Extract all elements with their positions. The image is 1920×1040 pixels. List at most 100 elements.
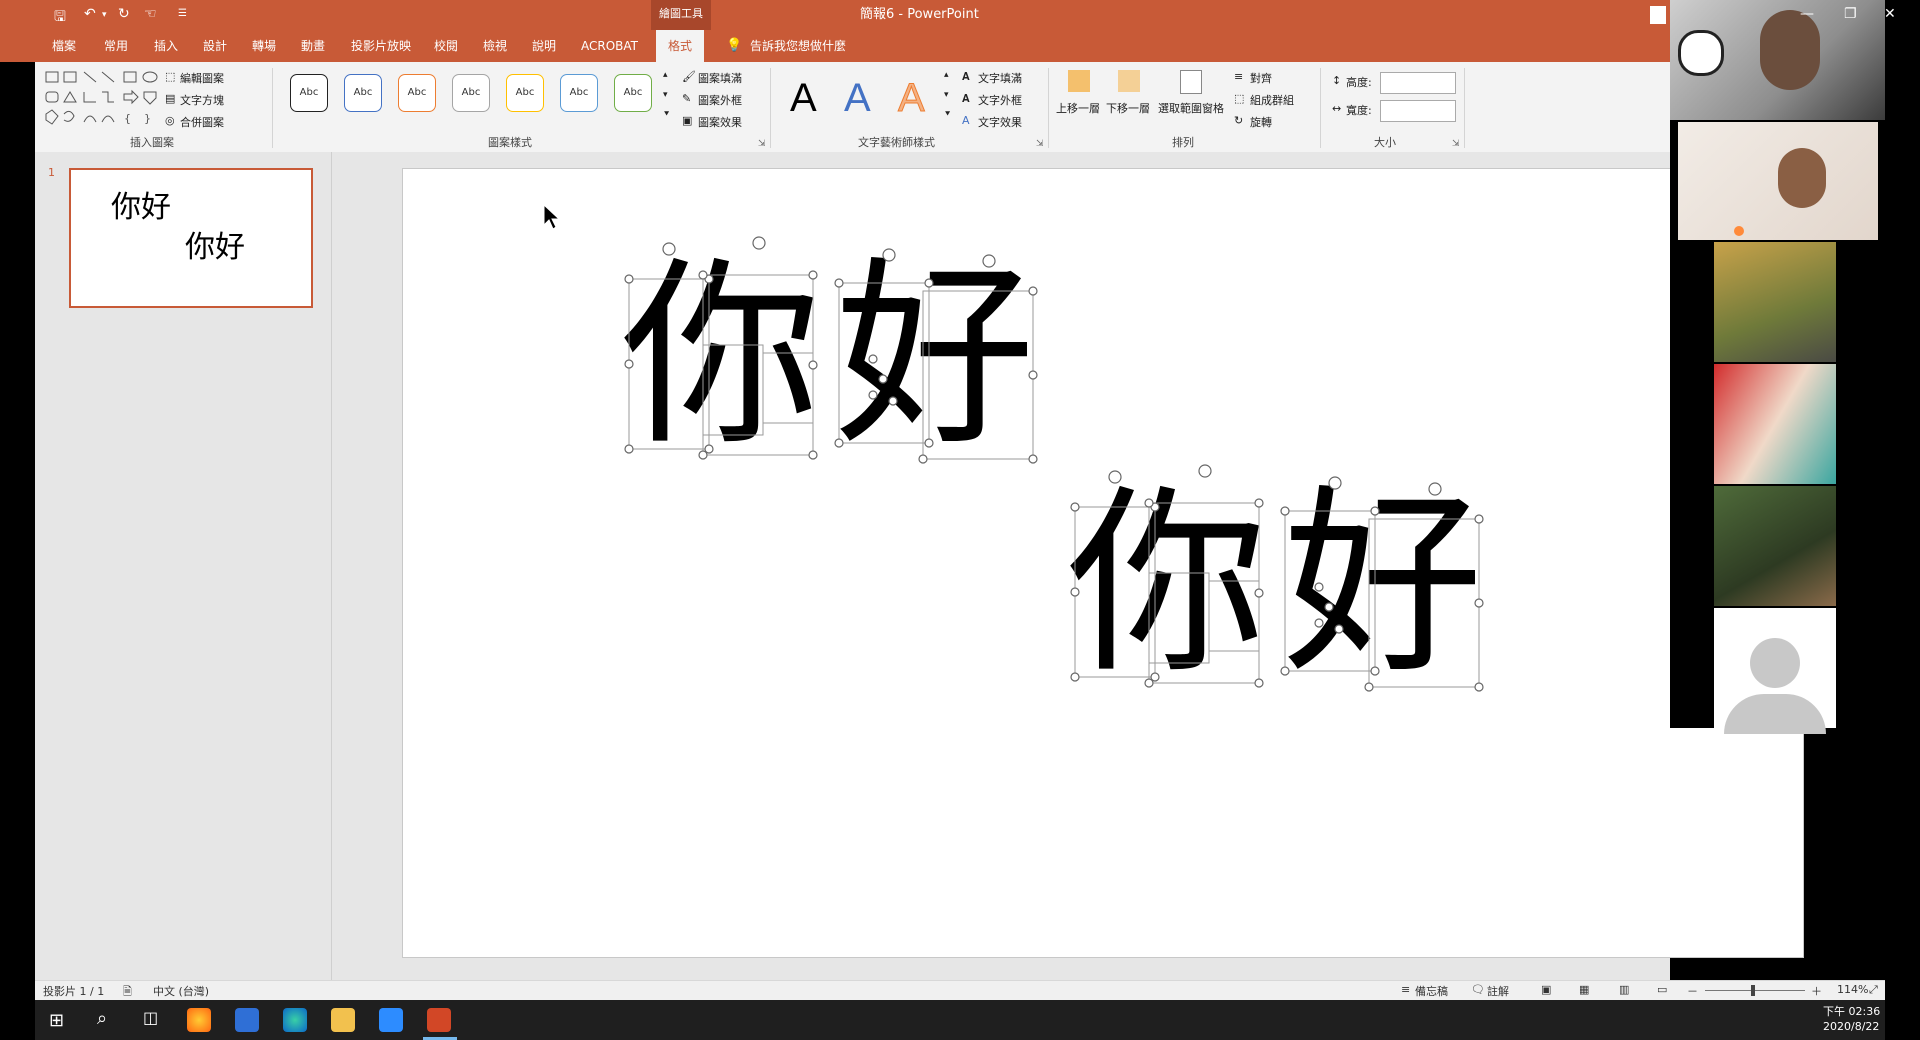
width-input[interactable] bbox=[1380, 100, 1456, 122]
tab-animations[interactable]: 動畫 bbox=[301, 30, 325, 62]
slideshow-view-icon[interactable]: ▭ bbox=[1657, 983, 1667, 996]
title-bar: 🖫 ↶ ▾ ↻ ☜ ☰ 繪圖工具 簡報6 - PowerPoint bbox=[0, 0, 1670, 30]
tab-help[interactable]: 說明 bbox=[532, 30, 556, 62]
text-box-icon: ▤ bbox=[165, 92, 176, 105]
wordart-scroll-down-icon[interactable]: ▾ bbox=[944, 90, 949, 100]
language-indicator[interactable]: 中文 (台灣) bbox=[153, 983, 209, 999]
group-button[interactable]: 組成群組 bbox=[1250, 92, 1294, 108]
dialog-launcher-icon[interactable]: ⇲ bbox=[1452, 139, 1460, 149]
edit-shape-button[interactable]: 編輯圖案 bbox=[180, 70, 224, 86]
account-box[interactable] bbox=[1650, 6, 1666, 24]
zoom-participant-strip bbox=[1670, 0, 1885, 734]
participant-video-3[interactable] bbox=[1714, 242, 1836, 362]
gallery-scroll-up-icon[interactable]: ▴ bbox=[663, 70, 668, 80]
tab-file[interactable]: 檔案 bbox=[52, 30, 76, 62]
edge-icon[interactable] bbox=[283, 1008, 307, 1032]
customize-arrow-icon[interactable]: ☰ bbox=[178, 8, 187, 19]
tab-home[interactable]: 常用 bbox=[104, 30, 128, 62]
wordart-orange[interactable]: A bbox=[898, 76, 926, 121]
participant-video-2[interactable] bbox=[1678, 122, 1878, 240]
height-input[interactable] bbox=[1380, 72, 1456, 94]
shape-style-lightblue[interactable]: Abc bbox=[560, 74, 598, 112]
shape-style-gold[interactable]: Abc bbox=[506, 74, 544, 112]
tell-me-search[interactable]: 告訴我您想做什麼 bbox=[750, 30, 846, 62]
tab-format[interactable]: 格式 bbox=[656, 30, 705, 62]
minimize-icon[interactable]: — bbox=[1800, 6, 1814, 22]
powerpoint-icon[interactable] bbox=[427, 1008, 451, 1032]
close-icon[interactable]: ✕ bbox=[1884, 6, 1896, 22]
comments-button[interactable]: 註解 bbox=[1487, 983, 1509, 999]
shape-style-blue[interactable]: Abc bbox=[344, 74, 382, 112]
search-icon[interactable]: ⌕ bbox=[97, 1008, 107, 1029]
slide-thumbnail[interactable]: 你好 你好 bbox=[69, 168, 313, 308]
rotation-handles-1[interactable] bbox=[662, 236, 996, 268]
undo-dropdown-icon[interactable]: ▾ bbox=[102, 10, 107, 20]
shape-effects-button[interactable]: 圖案效果 bbox=[698, 114, 742, 130]
shape-style-gray[interactable]: Abc bbox=[452, 74, 490, 112]
zoom-out-button[interactable]: － bbox=[1687, 983, 1698, 999]
undo-icon[interactable]: ↶ bbox=[84, 6, 96, 22]
align-button[interactable]: 對齊 bbox=[1250, 70, 1272, 86]
rotation-handles-2[interactable] bbox=[1108, 464, 1442, 496]
zoom-slider-track[interactable] bbox=[1705, 990, 1805, 991]
participant-video-4[interactable] bbox=[1714, 364, 1836, 484]
dialog-launcher-icon[interactable]: ⇲ bbox=[758, 139, 766, 149]
gallery-scroll-down-icon[interactable]: ▾ bbox=[663, 90, 668, 100]
wordart-scroll-up-icon[interactable]: ▴ bbox=[944, 70, 949, 80]
shape-fill-button[interactable]: 圖案填滿 bbox=[698, 70, 742, 86]
notes-button[interactable]: 備忘稿 bbox=[1415, 983, 1448, 999]
shape-outline-button[interactable]: 圖案外框 bbox=[698, 92, 742, 108]
touch-mode-icon[interactable]: ☜ bbox=[144, 6, 157, 22]
shape-style-orange[interactable]: Abc bbox=[398, 74, 436, 112]
task-view-icon[interactable]: ◫ bbox=[143, 1008, 158, 1027]
text-box-button[interactable]: 文字方塊 bbox=[180, 92, 224, 108]
resize-handles-2[interactable] bbox=[1070, 498, 1484, 692]
bring-forward-button[interactable]: 上移一層 bbox=[1056, 100, 1100, 116]
clock-time[interactable]: 下午 02:36 bbox=[1823, 1003, 1880, 1019]
merge-shapes-button[interactable]: 合併圖案 bbox=[180, 114, 224, 130]
firefox-icon[interactable] bbox=[187, 1008, 211, 1032]
text-effects-button[interactable]: 文字效果 bbox=[978, 114, 1022, 130]
tab-insert[interactable]: 插入 bbox=[154, 30, 178, 62]
tab-view[interactable]: 檢視 bbox=[483, 30, 507, 62]
zoom-level[interactable]: 114% bbox=[1837, 983, 1868, 996]
slide-sorter-icon[interactable]: ▦ bbox=[1579, 983, 1589, 996]
participant-video-5[interactable] bbox=[1714, 486, 1836, 606]
send-backward-button[interactable]: 下移一層 bbox=[1106, 100, 1150, 116]
wordart-blue[interactable]: A bbox=[844, 76, 871, 120]
tab-acrobat[interactable]: ACROBAT bbox=[581, 30, 638, 62]
normal-view-icon[interactable]: ▣ bbox=[1541, 983, 1551, 996]
tab-design[interactable]: 設計 bbox=[203, 30, 227, 62]
tab-slideshow[interactable]: 投影片放映 bbox=[351, 30, 411, 62]
gallery-expand-icon[interactable]: ⯆ bbox=[663, 110, 670, 120]
text-fill-button[interactable]: 文字填滿 bbox=[978, 70, 1022, 86]
redo-icon[interactable]: ↻ bbox=[118, 6, 130, 22]
selection-pane-button[interactable]: 選取範圍窗格 bbox=[1158, 100, 1224, 116]
messenger-icon[interactable] bbox=[235, 1008, 259, 1032]
zoom-slider-thumb[interactable] bbox=[1751, 985, 1755, 996]
divider bbox=[1048, 68, 1049, 148]
wordart-black[interactable]: A bbox=[790, 76, 817, 120]
file-explorer-icon[interactable] bbox=[331, 1008, 355, 1032]
dialog-launcher-icon[interactable]: ⇲ bbox=[1036, 139, 1044, 149]
clock-date[interactable]: 2020/8/22 bbox=[1823, 1020, 1879, 1033]
shape-style-green[interactable]: Abc bbox=[614, 74, 652, 112]
edit-shape-icon: ⬚ bbox=[165, 70, 176, 83]
save-icon[interactable]: 🖫 bbox=[54, 6, 66, 30]
shapes-gallery[interactable]: {} bbox=[44, 70, 174, 134]
windows-start-icon[interactable]: ⊞ bbox=[49, 1010, 64, 1031]
resize-handles-1[interactable] bbox=[624, 270, 1038, 464]
tab-transitions[interactable]: 轉場 bbox=[252, 30, 276, 62]
reading-view-icon[interactable]: ▥ bbox=[1619, 983, 1629, 996]
wordart-expand-icon[interactable]: ⯆ bbox=[944, 110, 951, 120]
zoom-in-button[interactable]: ＋ bbox=[1811, 983, 1822, 999]
shape-style-black[interactable]: Abc bbox=[290, 74, 328, 112]
text-outline-button[interactable]: 文字外框 bbox=[978, 92, 1022, 108]
restore-icon[interactable]: ❐ bbox=[1844, 6, 1857, 22]
fit-to-window-icon[interactable]: ⤢ bbox=[1869, 983, 1878, 997]
tab-review[interactable]: 校閱 bbox=[434, 30, 458, 62]
participant-video-6[interactable] bbox=[1714, 608, 1836, 734]
zoom-app-icon[interactable] bbox=[379, 1008, 403, 1032]
rotate-button[interactable]: 旋轉 bbox=[1250, 114, 1272, 130]
slide-canvas[interactable]: 你 好 你 好 bbox=[402, 168, 1804, 958]
